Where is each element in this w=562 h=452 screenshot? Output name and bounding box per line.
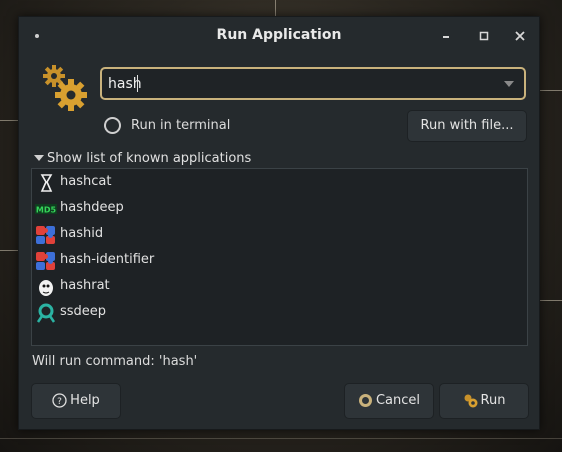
title-bar: Run Application xyxy=(19,17,539,55)
puzzle-icon xyxy=(36,252,55,270)
list-item[interactable]: ssdeep xyxy=(32,300,527,326)
run-label: Run xyxy=(480,393,506,408)
app-name: ssdeep xyxy=(60,304,107,319)
minimize-icon[interactable] xyxy=(437,27,455,45)
expander-arrow-icon[interactable] xyxy=(34,155,44,161)
run-with-file-button[interactable]: Run with file... xyxy=(407,110,527,142)
rat-icon xyxy=(39,280,53,296)
applications-list[interactable]: hashcat MD5 hashdeep hashid hash-identif… xyxy=(31,168,528,346)
list-item[interactable]: MD5 hashdeep xyxy=(32,196,527,222)
app-name: hashcat xyxy=(60,174,112,189)
magnifier-icon xyxy=(36,303,56,323)
app-name: hashrat xyxy=(60,278,110,293)
cancel-label: Cancel xyxy=(375,393,421,408)
hashcat-icon xyxy=(40,174,53,192)
command-input[interactable] xyxy=(108,74,488,93)
help-label: Help xyxy=(70,393,100,408)
close-icon[interactable] xyxy=(511,27,529,45)
app-name: hash-identifier xyxy=(60,252,155,267)
show-applications-expander[interactable]: Show list of known applications xyxy=(47,151,251,166)
gears-icon xyxy=(41,63,89,111)
help-button[interactable]: ? Help xyxy=(31,383,121,419)
run-button[interactable]: Run xyxy=(439,383,529,419)
puzzle-icon xyxy=(36,226,55,244)
svg-text:MD5: MD5 xyxy=(36,206,57,215)
command-combo[interactable] xyxy=(100,67,526,100)
status-text: Will run command: 'hash' xyxy=(32,354,198,369)
list-item[interactable]: hashid xyxy=(32,222,527,248)
list-item[interactable]: hash-identifier xyxy=(32,248,527,274)
cancel-button[interactable]: Cancel xyxy=(344,383,434,419)
list-item[interactable]: hashcat xyxy=(32,170,527,196)
run-in-terminal-radio[interactable] xyxy=(104,117,121,134)
gears-icon xyxy=(464,394,478,408)
help-icon: ? xyxy=(52,393,67,408)
cancel-icon xyxy=(358,394,372,407)
chevron-down-icon[interactable] xyxy=(504,81,514,87)
text-caret xyxy=(137,75,138,92)
svg-text:?: ? xyxy=(57,397,62,407)
run-application-dialog: Run Application hash Run in terminal Run… xyxy=(18,16,540,430)
maximize-icon[interactable] xyxy=(475,27,493,45)
md5-icon: MD5 xyxy=(35,204,57,215)
app-name: hashdeep xyxy=(60,200,124,215)
window-title: Run Application xyxy=(216,27,342,43)
list-item[interactable]: hashrat xyxy=(32,274,527,300)
run-in-terminal-label[interactable]: Run in terminal xyxy=(131,118,230,133)
app-name: hashid xyxy=(60,226,104,241)
